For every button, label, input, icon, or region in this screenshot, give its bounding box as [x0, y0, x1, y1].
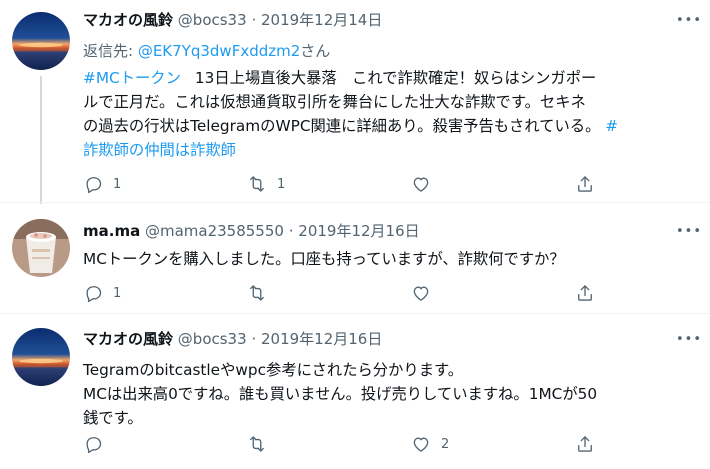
tweet-text-segment: 13日上場直後大暴落 これで詐欺確定！奴らはシンガポー	[194, 69, 597, 87]
share-button[interactable]	[575, 281, 595, 305]
tweet-text: MCトークンを購入しました。口座も持っていますが、詐欺何ですか？	[83, 247, 696, 271]
share-icon	[575, 174, 595, 194]
tweet-header: ma.ma @mama23585550 · 2019年12月16日	[83, 219, 666, 243]
tweet-2[interactable]: ma.ma @mama23585550 · 2019年12月16日 ••• MC…	[0, 202, 710, 313]
retweet-count: 1	[277, 176, 286, 192]
reply-count: 1	[113, 176, 122, 192]
tweet-text-line: の過去の行状はTelegramのWPC関連に詳細あり。殺害予告もされている。 #	[83, 114, 696, 138]
tweet-date[interactable]: 2019年12月16日	[261, 330, 382, 348]
retweet-icon	[247, 283, 267, 303]
thread-line	[40, 76, 42, 204]
heart-icon	[411, 434, 431, 454]
hashtag-link[interactable]: 詐欺師の仲間は詐欺師	[83, 141, 236, 159]
retweet-icon	[247, 434, 267, 454]
reply-mention-link[interactable]: @EK7Yq3dwFxddzm2	[138, 42, 300, 60]
separator-dot: ·	[288, 222, 294, 240]
heart-icon	[411, 283, 431, 303]
hashtag-link[interactable]: #MCトークン	[83, 69, 181, 87]
share-button[interactable]	[575, 432, 595, 456]
retweet-button[interactable]	[247, 432, 277, 456]
share-button[interactable]	[575, 172, 595, 196]
like-button[interactable]	[411, 281, 441, 305]
hashtag-link-start[interactable]: #	[605, 117, 618, 135]
action-bar: 1	[83, 281, 603, 305]
tweet-text-line: #MCトークン 13日上場直後大暴落 これで詐欺確定！奴らはシンガポー	[83, 66, 696, 90]
tweet-text-line: 銭です。	[83, 409, 143, 427]
tweet-1[interactable]: マカオの風鈴 @bocs33 · 2019年12月14日 ••• 返信先: @E…	[0, 0, 710, 204]
display-name[interactable]: ma.ma	[83, 222, 140, 240]
sunset-avatar-image	[12, 328, 70, 386]
user-handle[interactable]: @bocs33	[178, 11, 247, 29]
tweet-text: #MCトークン 13日上場直後大暴落 これで詐欺確定！奴らはシンガポー ルで正月だ…	[83, 66, 696, 162]
sunset-avatar-image	[12, 12, 70, 70]
tweet-header: マカオの風鈴 @bocs33 · 2019年12月14日	[83, 8, 666, 32]
reply-button[interactable]	[83, 432, 113, 456]
reply-button[interactable]: 1	[83, 172, 121, 196]
like-count: 2	[441, 436, 450, 452]
tweet-text-line: MCトークンを購入しました。口座も持っていますが、詐欺何ですか？	[83, 250, 565, 268]
avatar[interactable]	[12, 12, 70, 70]
tweet-date[interactable]: 2019年12月16日	[298, 222, 419, 240]
share-icon	[575, 434, 595, 454]
retweet-button[interactable]: 1	[247, 172, 285, 196]
share-icon	[575, 283, 595, 303]
retweet-icon	[247, 174, 267, 194]
reply-icon	[83, 434, 103, 454]
separator-dot: ·	[251, 11, 257, 29]
tweet-text-line: MCは出来高0ですね。誰も買いません。投げ売りしていますね。1MCが50	[83, 385, 598, 403]
more-options-icon[interactable]: •••	[676, 223, 701, 241]
tweet-text: Tegramのbitcastleやwpc参考にされたら分かります。 MCは出来高…	[83, 358, 696, 430]
reply-icon	[83, 283, 103, 303]
tweet-header: マカオの風鈴 @bocs33 · 2019年12月16日	[83, 327, 666, 351]
action-bar: 2	[83, 432, 603, 456]
user-handle[interactable]: @bocs33	[178, 330, 247, 348]
tweet-text-line: ルで正月だ。これは仮想通貨取引所を舞台にした壮大な詐欺です。セキネ	[83, 93, 586, 111]
reply-icon	[83, 174, 103, 194]
replying-to-suffix: さん	[300, 42, 331, 60]
separator-dot: ·	[251, 330, 257, 348]
latte-avatar-image	[12, 219, 70, 277]
more-options-icon[interactable]: •••	[676, 331, 701, 349]
user-handle[interactable]: @mama23585550	[145, 222, 284, 240]
tweet-3[interactable]: マカオの風鈴 @bocs33 · 2019年12月16日 ••• Tegramの…	[0, 313, 710, 469]
reply-button[interactable]: 1	[83, 281, 121, 305]
like-button[interactable]: 2	[411, 432, 449, 456]
replying-to-label: 返信先:	[83, 42, 138, 60]
display-name[interactable]: マカオの風鈴	[83, 11, 173, 29]
display-name[interactable]: マカオの風鈴	[83, 330, 173, 348]
tweet-text-line: Tegramのbitcastleやwpc参考にされたら分かります。	[83, 361, 464, 379]
replying-to: 返信先: @EK7Yq3dwFxddzm2さん	[83, 40, 330, 62]
retweet-button[interactable]	[247, 281, 277, 305]
tweet-date[interactable]: 2019年12月14日	[261, 11, 382, 29]
more-options-icon[interactable]: •••	[676, 12, 701, 30]
avatar[interactable]	[12, 328, 70, 386]
action-bar: 1 1	[83, 172, 603, 196]
like-button[interactable]	[411, 172, 441, 196]
tweet-text-line: 詐欺師の仲間は詐欺師	[83, 138, 696, 162]
tweet-text-segment: の過去の行状はTelegramのWPC関連に詳細あり。殺害予告もされている。	[83, 117, 601, 135]
reply-count: 1	[113, 285, 122, 301]
heart-icon	[411, 174, 431, 194]
avatar[interactable]	[12, 219, 70, 277]
